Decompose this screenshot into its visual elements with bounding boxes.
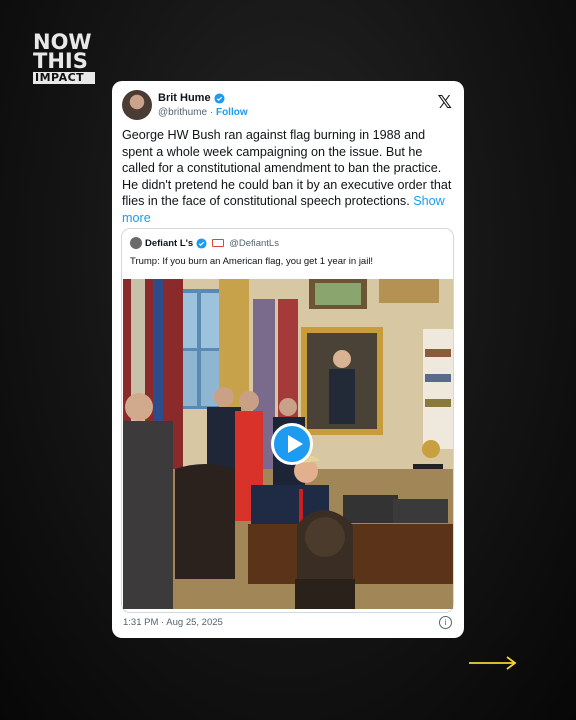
tweet-body: George HW Bush ran against flag burning … bbox=[122, 127, 457, 227]
quoted-author-name: Defiant L's bbox=[145, 237, 194, 249]
tweet-text: George HW Bush ran against flag burning … bbox=[122, 128, 452, 209]
tweet-header: Brit Hume @brithume · Follow 𝕏 bbox=[122, 90, 454, 122]
nowthis-impact-logo: NOW THIS IMPACT bbox=[33, 32, 95, 84]
affiliate-badge-icon bbox=[212, 239, 225, 247]
tweet-timestamp[interactable]: 1:31 PM · Aug 25, 2025 bbox=[123, 617, 223, 628]
logo-line-this: THIS bbox=[33, 49, 88, 73]
quoted-tweet-text: Trump: If you burn an American flag, you… bbox=[130, 256, 374, 267]
author-handle[interactable]: @brithume bbox=[158, 107, 207, 118]
x-logo-icon[interactable]: 𝕏 bbox=[437, 92, 452, 113]
author-name-row: Brit Hume bbox=[158, 92, 225, 104]
info-icon[interactable]: i bbox=[439, 616, 452, 629]
play-button[interactable] bbox=[271, 423, 313, 465]
author-avatar[interactable] bbox=[122, 90, 152, 120]
quoted-tweet-header: Defiant L's @DefiantLs bbox=[130, 237, 279, 249]
logo-line-impact: IMPACT bbox=[33, 72, 95, 84]
handle-separator: · bbox=[209, 107, 214, 118]
author-name[interactable]: Brit Hume bbox=[158, 92, 211, 104]
tweet-card: Brit Hume @brithume · Follow 𝕏 George HW… bbox=[112, 81, 464, 638]
next-arrow-icon[interactable] bbox=[468, 655, 518, 671]
author-handle-row: @brithume · Follow bbox=[158, 107, 248, 118]
follow-button[interactable]: Follow bbox=[216, 107, 248, 118]
quoted-verified-badge-icon bbox=[196, 237, 207, 249]
quoted-author-avatar bbox=[130, 237, 142, 249]
quoted-author-handle: @DefiantLs bbox=[229, 237, 279, 249]
video-thumbnail[interactable] bbox=[123, 279, 453, 609]
verified-badge-icon bbox=[214, 92, 225, 104]
